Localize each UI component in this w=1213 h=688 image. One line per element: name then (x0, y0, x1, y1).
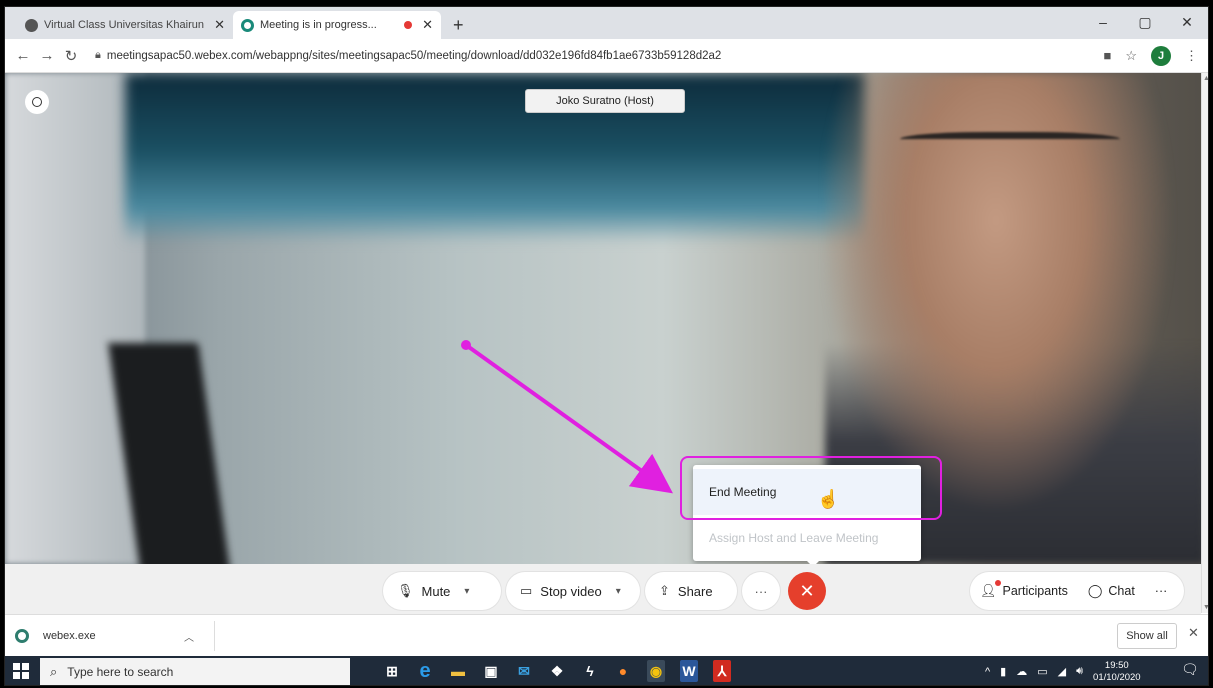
scrollbar[interactable]: ▲ ▼ (1201, 73, 1208, 613)
tab-virtual-class[interactable]: Virtual Class Universitas Khairun ✕ (17, 11, 233, 39)
leave-meeting-button[interactable]: ✕ (788, 572, 826, 610)
mute-label: Mute (421, 583, 451, 599)
tab-strip: Virtual Class Universitas Khairun ✕ Meet… (5, 7, 1208, 39)
webex-icon (241, 18, 254, 32)
download-bar-close-icon[interactable]: ✕ (1188, 625, 1199, 641)
panel-buttons: 👤︎ Participants ◯ Chat ··· (970, 572, 1184, 610)
file-explorer-icon[interactable]: ▬ (449, 660, 467, 682)
url-field[interactable]: 🔒︎ meetingsapac50.webex.com/webappng/sit… (95, 49, 1103, 62)
search-placeholder: Type here to search (67, 664, 174, 679)
annotation-highlight-box (680, 456, 942, 520)
acrobat-icon[interactable]: ⅄ (713, 660, 731, 682)
show-hidden-icons[interactable]: ^ (985, 666, 990, 678)
battery-icon[interactable]: ▭ (1037, 665, 1047, 678)
scroll-down-icon[interactable]: ▼ (1203, 604, 1208, 611)
tab-close-icon[interactable]: ✕ (422, 17, 433, 33)
hand-cursor-icon: ☝ (817, 489, 840, 509)
meeting-control-bar: 🎙︎ Mute ▾ ▭ Stop video ▾ ⇪ Share ··· ✕ 👤… (5, 564, 1201, 614)
dropbox-icon[interactable]: ❖ (548, 660, 566, 682)
url-text: meetingsapac50.webex.com/webappng/sites/… (106, 49, 722, 62)
video-background (5, 73, 145, 564)
search-icon: ⌕ (50, 663, 58, 679)
chat-button[interactable]: ◯ Chat (1078, 583, 1145, 599)
download-item[interactable]: webex.exe ︿ (15, 621, 215, 651)
menu-icon[interactable]: ⋮ (1185, 48, 1198, 64)
download-filename: webex.exe (43, 630, 96, 642)
tab-title: Virtual Class Universitas Khairun (44, 19, 204, 31)
firefox-icon[interactable]: ● (614, 660, 632, 682)
clock-time: 19:50 (1104, 659, 1129, 671)
star-icon[interactable]: ☆ (1125, 48, 1137, 64)
window-controls: – ▢ ✕ (1082, 7, 1208, 39)
participants-icon: 👤︎ (980, 580, 1001, 599)
network-icon[interactable]: ◢ (1058, 665, 1066, 678)
microphone-icon: 🎙︎ (397, 583, 414, 598)
notification-dot (994, 580, 1001, 586)
stop-video-label: Stop video (540, 583, 602, 599)
tab-close-icon[interactable]: ✕ (214, 17, 225, 33)
profile-avatar[interactable]: J (1151, 45, 1171, 66)
chat-icon: ◯ (1087, 583, 1103, 598)
share-label: Share (677, 583, 713, 599)
chevron-up-icon[interactable]: ︿ (184, 629, 194, 644)
address-bar-actions: ■ ☆ J ⋮ (1103, 45, 1208, 66)
host-name-label: Joko Suratno (Host) (525, 89, 685, 113)
usb-icon[interactable]: ▮ (1000, 665, 1006, 678)
clock-date: 01/10/2020 (1093, 671, 1141, 683)
minimize-button[interactable]: – (1082, 7, 1124, 39)
mail-icon[interactable]: ✉ (515, 660, 533, 682)
chevron-down-icon[interactable]: ▾ (464, 586, 469, 597)
close-window-button[interactable]: ✕ (1166, 7, 1208, 39)
participants-label: Participants (1002, 584, 1068, 598)
download-bar: webex.exe ︿ Show all ✕ (5, 614, 1208, 656)
system-tray: ^ ▮ ☁ ▭ ◢ 🔊︎ 19:50 01/10/2020 (985, 656, 1141, 685)
video-background (125, 73, 865, 243)
globe-icon (25, 18, 38, 32)
maximize-button[interactable]: ▢ (1124, 7, 1166, 39)
windows-taskbar: ⌕ Type here to search ⊞ e ▬ ▣ ✉ ❖ ϟ ● ◉ … (5, 656, 1208, 685)
back-icon[interactable]: ← (11, 47, 35, 64)
taskbar-search[interactable]: ⌕ Type here to search (40, 658, 350, 685)
stop-video-button[interactable]: ▭ Stop video ▾ (506, 572, 640, 610)
video-participant (900, 132, 1120, 150)
panel-more-button[interactable]: ··· (1145, 584, 1178, 598)
edge-icon[interactable]: e (416, 660, 434, 682)
reload-icon[interactable]: ↻ (59, 47, 83, 65)
camera-icon[interactable]: ■ (1103, 48, 1111, 63)
word-icon[interactable]: W (680, 660, 698, 682)
recording-icon (404, 21, 413, 29)
winamp-icon[interactable]: ϟ (581, 660, 599, 682)
clock[interactable]: 19:50 01/10/2020 (1093, 660, 1141, 684)
show-all-button[interactable]: Show all (1117, 623, 1177, 649)
store-icon[interactable]: ▣ (482, 660, 500, 682)
share-icon: ⇪ (659, 583, 670, 598)
assign-host-option[interactable]: Assign Host and Leave Meeting (693, 515, 921, 561)
new-tab-button[interactable]: + (453, 15, 464, 36)
browser-window: Virtual Class Universitas Khairun ✕ Meet… (4, 6, 1209, 686)
chevron-down-icon[interactable]: ▾ (616, 586, 621, 597)
chrome-icon[interactable]: ◉ (647, 660, 665, 682)
participants-button[interactable]: 👤︎ Participants (970, 580, 1078, 599)
taskbar-apps: ⊞ e ▬ ▣ ✉ ❖ ϟ ● ◉ W ⅄ (383, 660, 731, 682)
cloud-icon[interactable]: ☁ (1016, 665, 1027, 678)
windows-start-icon[interactable] (13, 663, 29, 679)
mute-button[interactable]: 🎙︎ Mute ▾ (383, 572, 501, 610)
tab-title: Meeting is in progress... (260, 19, 377, 31)
task-view-icon[interactable]: ⊞ (383, 660, 401, 682)
scroll-up-icon[interactable]: ▲ (1203, 75, 1208, 82)
notification-icon[interactable]: 🗨︎ (1181, 661, 1199, 681)
webex-icon (15, 629, 29, 643)
layout-button[interactable] (25, 90, 49, 114)
chat-label: Chat (1108, 584, 1135, 598)
lock-icon: 🔒︎ (95, 49, 101, 61)
volume-icon[interactable]: 🔊︎ (1076, 665, 1083, 678)
address-bar: ← → ↻ 🔒︎ meetingsapac50.webex.com/webapp… (5, 39, 1208, 73)
share-button[interactable]: ⇪ Share (645, 572, 737, 610)
tab-meeting[interactable]: Meeting is in progress... ✕ (233, 11, 441, 39)
more-options-button[interactable]: ··· (742, 572, 780, 610)
video-camera-icon: ▭ (520, 583, 533, 598)
circle-icon (32, 97, 42, 107)
forward-icon[interactable]: → (35, 47, 59, 64)
